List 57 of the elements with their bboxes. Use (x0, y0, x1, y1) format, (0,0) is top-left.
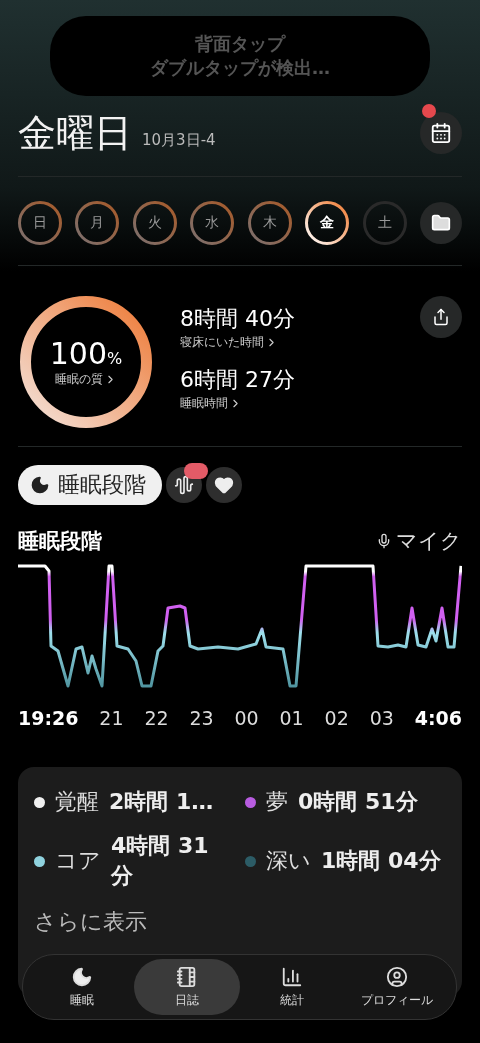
waveform-icon (174, 475, 194, 495)
quality-score: 100% (49, 336, 123, 371)
stat-value: 6時間 27分 (180, 366, 296, 394)
calendar-button[interactable] (420, 112, 462, 154)
day-button[interactable]: 金 (305, 201, 350, 245)
day-button[interactable]: 月 (75, 201, 120, 245)
calendar-icon (430, 122, 452, 144)
microphone-icon (376, 533, 392, 549)
nav-tab[interactable]: 睡眠 (29, 959, 135, 1015)
notification-text: 背面タップ (195, 31, 285, 56)
day-title: 金曜日 (18, 109, 132, 157)
day-button[interactable]: 日 (18, 201, 62, 245)
show-more-link[interactable]: さらに表示 (34, 907, 446, 937)
stat-value: 8時間 40分 (180, 305, 296, 333)
stage-name: コア (55, 847, 101, 875)
stage-duration: 2時間 1… (109, 788, 214, 816)
notebook-icon (175, 965, 198, 988)
stage-name: 覚醒 (55, 788, 99, 816)
time-label: 19:26 (18, 707, 79, 729)
stage-duration: 0時間 51分 (298, 788, 418, 816)
share-icon (432, 308, 450, 326)
folder-button[interactable] (419, 202, 462, 244)
stage-name: 深い (266, 847, 311, 875)
folder-icon (430, 213, 451, 233)
profile-icon (386, 965, 409, 988)
heart-icon (214, 475, 234, 495)
moon-icon (70, 965, 93, 988)
day-button[interactable]: 水 (190, 201, 235, 245)
time-label: 23 (189, 707, 214, 729)
chart-title: 睡眠段階 (18, 528, 102, 555)
time-label: 22 (144, 707, 169, 729)
time-label: 03 (369, 707, 394, 729)
time-label: 21 (99, 707, 124, 729)
stage-name: 夢 (266, 788, 288, 816)
day-button[interactable]: 土 (362, 201, 407, 245)
time-label: 00 (234, 707, 259, 729)
sleep-stage-tab[interactable]: 睡眠段階 (18, 465, 162, 505)
nav-tab[interactable]: 日誌 (134, 959, 240, 1015)
mic-source-label: マイク (396, 528, 462, 555)
stage-duration: 1時間 04分 (321, 847, 441, 875)
day-button[interactable]: 火 (132, 201, 177, 245)
time-label: 02 (324, 707, 349, 729)
day-button[interactable]: 木 (247, 201, 292, 245)
time-label: 4:06 (414, 707, 462, 729)
stat-link[interactable]: 睡眠時間 (180, 395, 242, 412)
time-label: 01 (279, 707, 304, 729)
date-label: 10月3日-4 (142, 130, 217, 150)
stage-duration: 4時間 31 分 (111, 832, 210, 890)
stat-link[interactable]: 寝床にいた時間 (180, 334, 278, 351)
nav-tab[interactable]: 統計 (239, 959, 345, 1015)
nav-tab[interactable]: プロフィール (344, 959, 450, 1015)
share-button[interactable] (420, 296, 462, 338)
notification-text: ダブルタップが検出… (150, 56, 330, 80)
quality-link[interactable]: 睡眠の質 (55, 371, 117, 388)
heart-tab[interactable] (206, 467, 242, 503)
moon-icon (30, 475, 50, 495)
bar-chart-icon (281, 965, 304, 988)
